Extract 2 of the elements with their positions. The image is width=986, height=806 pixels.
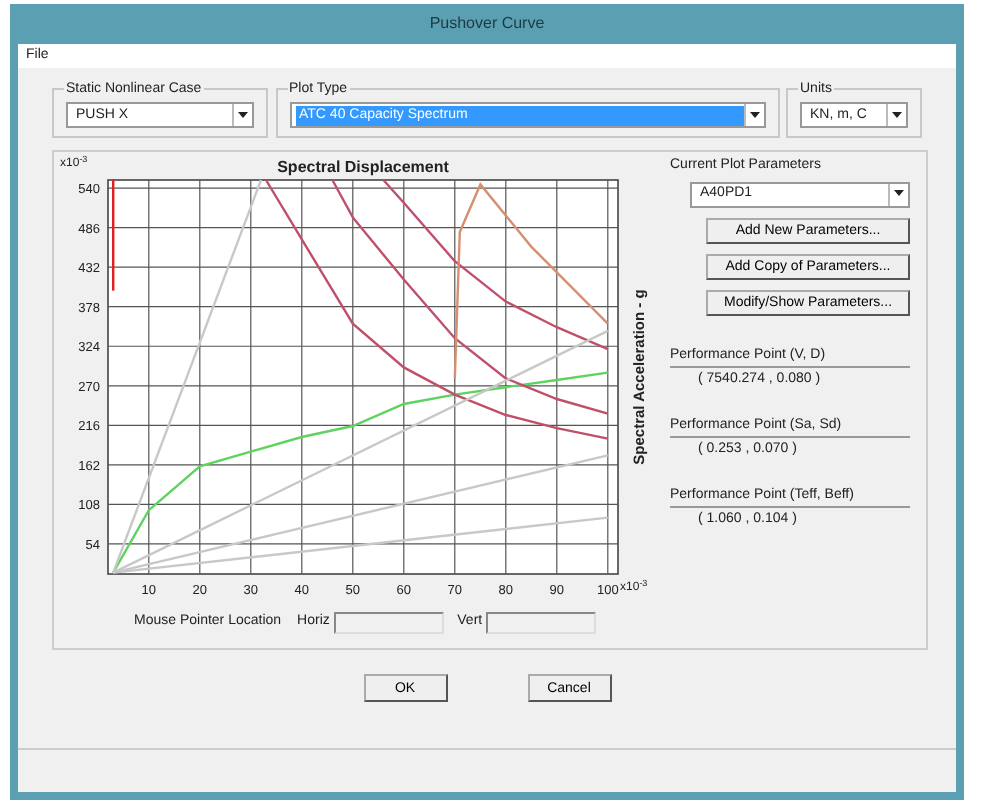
chart-title: Spectral Displacement [277,158,449,176]
window-title: Pushover Curve [427,12,547,36]
